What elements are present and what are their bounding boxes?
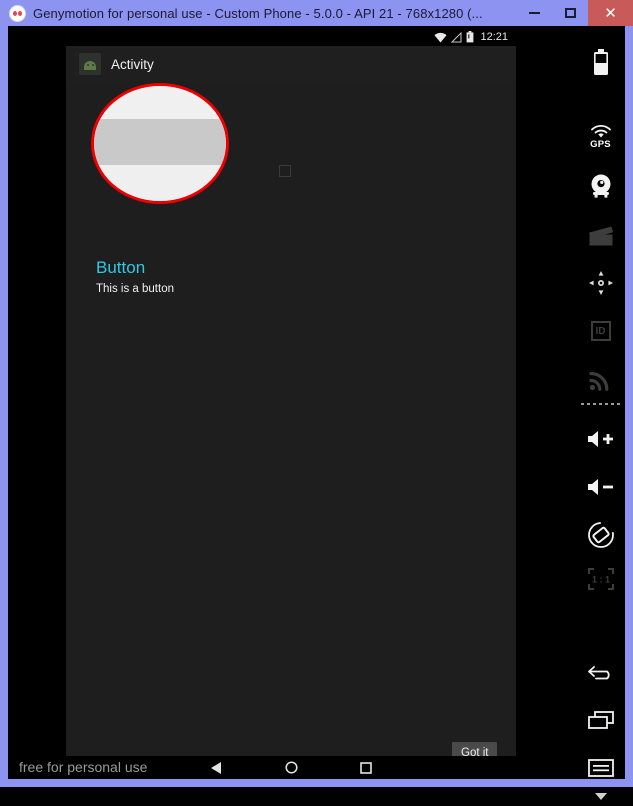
activity-title: Activity [111,56,154,72]
recent-apps-icon [587,711,614,729]
identifiers-id-icon: ID [590,321,611,341]
button-subtitle: This is a button [96,282,174,295]
emulator-toolbar: GPS ID 1: 1 [576,26,625,800]
back-arrow-icon [587,666,610,680]
volume-up-icon [587,431,613,447]
close-button[interactable]: ✕ [588,0,633,26]
video-clapperboard-icon [588,226,613,245]
home-circle-icon [284,761,298,774]
scale-one-to-one-icon-button[interactable]: 1 : 1 [576,558,625,600]
android-navigation-bar: free for personal use [8,756,576,779]
gps-label: GPS [590,139,611,150]
button-info-block: Button This is a button [96,258,174,295]
maximize-icon [564,8,576,18]
android-action-bar: Activity [66,46,516,82]
android-head-shape [84,61,96,70]
button-title: Button [96,258,146,277]
nav-home-button[interactable] [273,756,309,779]
rotate-screen-icon [587,522,614,548]
nav-recent-button[interactable] [348,756,384,779]
volume-down-icon-button[interactable] [576,466,625,508]
accelerometer-dpad-icon-button[interactable] [576,262,625,304]
android-app-icon [79,53,101,75]
close-icon: ✕ [604,3,617,22]
battery-widget-icon-button[interactable] [576,41,625,83]
empty-square-icon [279,165,291,177]
battery-widget-icon [593,49,608,75]
minimize-button[interactable] [516,0,552,26]
status-clock: 12:21 [480,31,508,43]
scale-one-to-one-icon: 1 : 1 [587,568,614,590]
accelerometer-dpad-icon [588,271,613,295]
highlight-band-bottom [94,165,226,201]
highlight-band-middle [94,119,226,165]
red-highlight-circle [91,83,229,204]
volume-up-icon-button[interactable] [576,418,625,460]
expand-chevron-down-icon-button[interactable] [576,786,625,806]
android-eye-right [92,64,94,66]
signal-icon [451,31,462,42]
volume-down-icon [587,479,613,495]
camera-icon-button[interactable] [576,165,625,207]
maximize-button[interactable] [552,0,588,26]
android-eye-left [87,64,89,66]
camera-icon [591,174,610,198]
video-clapperboard-icon-button[interactable] [576,214,625,256]
highlight-band-top [94,86,226,119]
wifi-icon [434,32,447,42]
network-signal-icon [588,371,608,391]
rotate-screen-icon-button[interactable] [576,514,625,556]
genymotion-logo-icon [9,4,26,22]
android-status-bar: 12:21 [66,28,516,46]
gps-icon [590,125,611,138]
logo-eye-left [13,10,17,16]
phone-screen: 12:21 Activity Button This is a button G… [8,26,576,779]
battery-icon [467,31,474,43]
nav-back-button[interactable] [198,756,234,779]
window-title: Genymotion for personal use - Custom Pho… [33,5,483,21]
minimize-icon [528,12,540,14]
recent-apps-icon-button[interactable] [576,699,625,741]
back-triangle-icon [210,761,221,774]
back-arrow-icon-button[interactable] [576,651,625,693]
network-signal-icon-button[interactable] [576,358,625,400]
genymotion-window: Genymotion for personal use - Custom Pho… [0,0,633,800]
menu-icon-button[interactable] [576,747,625,789]
emulator-body: 12:21 Activity Button This is a button G… [8,26,625,800]
expand-chevron-down-icon [594,792,607,800]
window-titlebar: Genymotion for personal use - Custom Pho… [0,0,633,26]
logo-eye-right [18,10,22,16]
gps-icon-button[interactable]: GPS [576,116,625,158]
svg-text:1 : 1: 1 : 1 [591,575,609,585]
identifiers-id-icon-button[interactable]: ID [576,310,625,352]
toolbar-separator [581,403,620,405]
recent-square-icon [360,761,372,774]
personal-use-watermark: free for personal use [19,759,148,775]
menu-icon [587,759,614,777]
